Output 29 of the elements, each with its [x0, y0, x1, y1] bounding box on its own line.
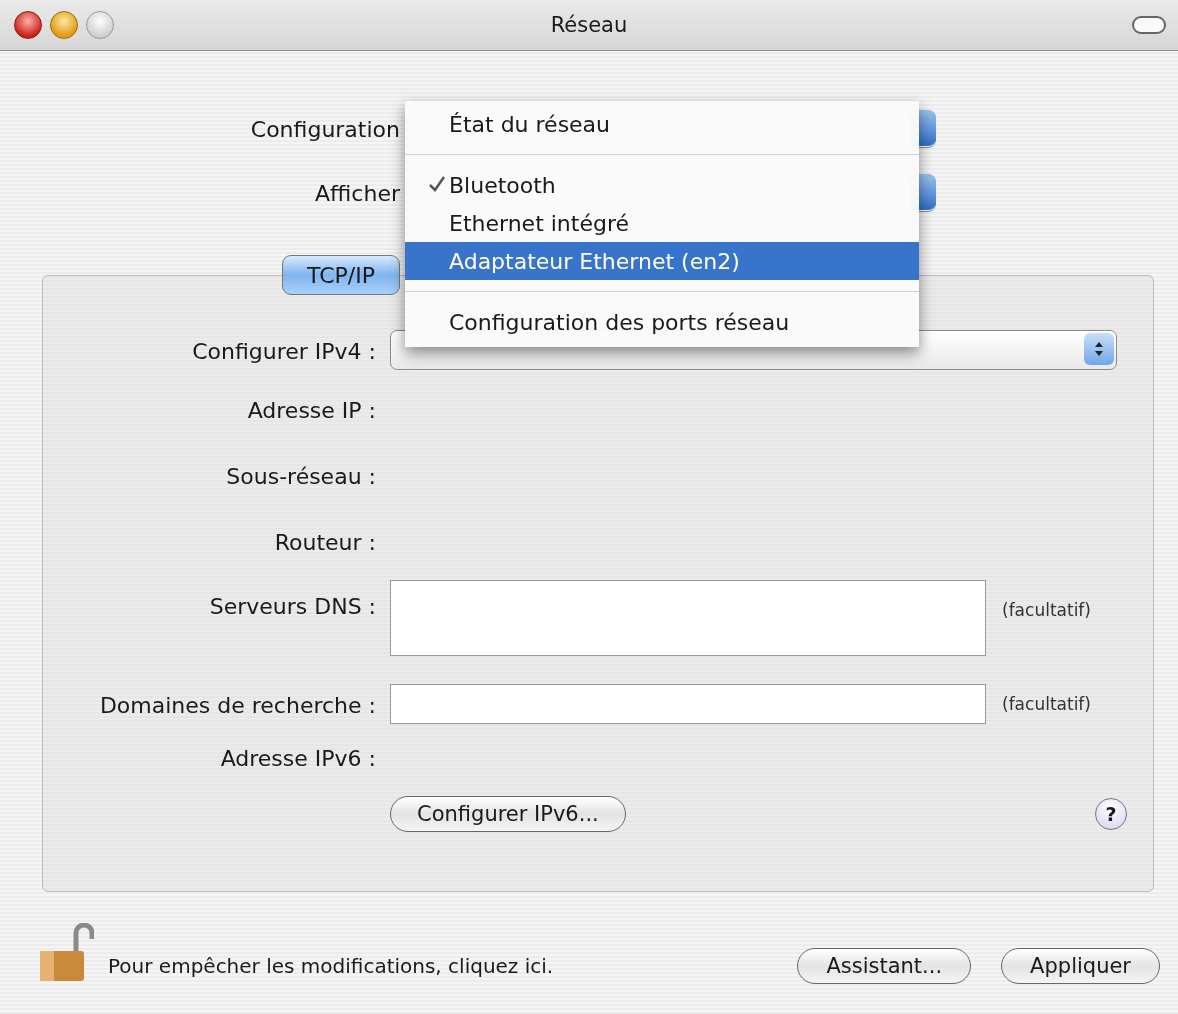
unlocked-padlock-icon[interactable]	[38, 923, 94, 983]
optional-note: (facultatif)	[1002, 600, 1092, 620]
menu-item[interactable]: Ethernet intégré	[405, 204, 919, 242]
field-label: Adresse IPv6 :	[219, 744, 376, 771]
menu-item[interactable]: Configuration des ports réseau	[405, 303, 919, 341]
configure-ipv6-button[interactable]: Configurer IPv6...	[390, 796, 626, 832]
minimize-button[interactable]	[50, 11, 78, 39]
zoom-button[interactable]	[86, 11, 114, 39]
input-field[interactable]	[390, 684, 986, 724]
menu-item[interactable]: État du réseau	[405, 105, 919, 155]
help-button[interactable]: ?	[1095, 798, 1127, 830]
field-label: Serveurs DNS :	[208, 593, 376, 619]
field-label: Configuration	[249, 116, 400, 142]
field-label: Configurer IPv4 :	[191, 337, 376, 364]
field-label: Adresse IP :	[246, 396, 376, 423]
optional-note: (facultatif)	[1002, 694, 1092, 714]
menu-item[interactable]: Bluetooth	[405, 166, 919, 204]
toolbar-toggle-button[interactable]	[1132, 16, 1166, 34]
input-field[interactable]	[390, 580, 986, 656]
close-button[interactable]	[14, 11, 42, 39]
window-title: Réseau	[550, 13, 628, 37]
field-label: Sous-réseau :	[225, 462, 376, 489]
footer-button[interactable]: Assistant...	[797, 948, 972, 984]
lock-message: Pour empêcher les modifications, cliquez ici.	[108, 954, 554, 978]
footer-button[interactable]: Appliquer	[1001, 948, 1160, 984]
field-label: Routeur :	[273, 528, 376, 555]
field-label: Domaines de recherche :	[98, 691, 376, 718]
tab[interactable]: TCP/IP	[282, 255, 400, 295]
field-label: Afficher	[314, 180, 400, 206]
